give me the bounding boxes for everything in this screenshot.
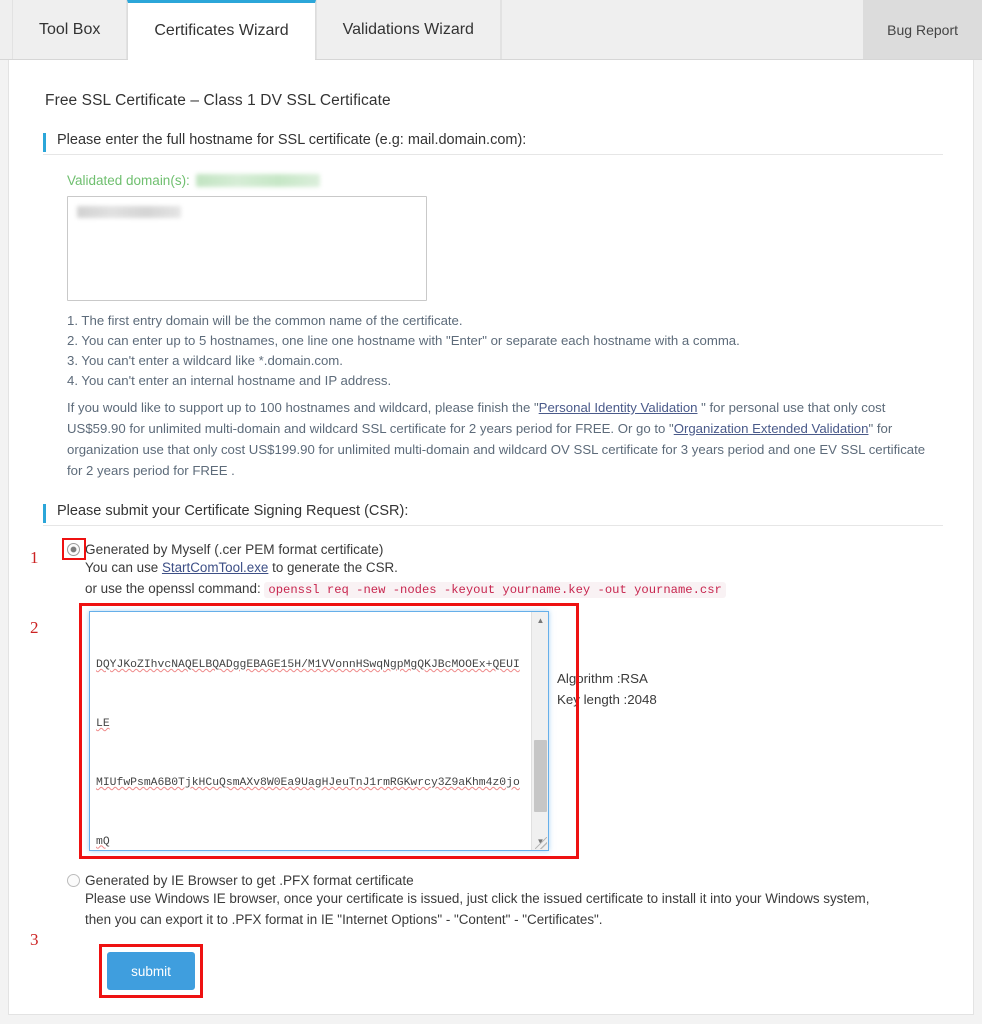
hostname-section-heading: Please enter the full hostname for SSL c…	[43, 132, 943, 155]
startcomtool-link[interactable]: StartComTool.exe	[162, 560, 268, 575]
option-generated-by-myself[interactable]: Generated by Myself (.cer PEM format cer…	[62, 538, 943, 601]
scroll-up-icon[interactable]: ▲	[532, 612, 548, 629]
startcomtool-suffix: to generate the CSR.	[268, 560, 398, 575]
submit-wrapper: submit	[99, 944, 203, 998]
tab-tool-box-label: Tool Box	[39, 20, 101, 38]
option-generated-by-myself-label: Generated by Myself (.cer PEM format cer…	[85, 542, 384, 557]
csr-input-wrapper: DQYJKoZIhvcNAQELBQADggEBAGE15H/M1VVonnHS…	[79, 603, 579, 859]
hostname-input[interactable]	[67, 196, 427, 301]
csr-section-heading: Please submit your Certificate Signing R…	[43, 503, 943, 526]
csr-line: mQ	[96, 835, 110, 848]
validated-domains-row: Validated domain(s):	[67, 173, 943, 188]
validated-domains-label: Validated domain(s):	[67, 173, 190, 188]
startcomtool-prefix: You can use	[85, 560, 162, 575]
tab-certificates-wizard-label: Certificates Wizard	[154, 22, 289, 39]
page-root: Tool Box Certificates Wizard Validations…	[0, 0, 982, 1024]
content-card: Free SSL Certificate – Class 1 DV SSL Ce…	[8, 60, 974, 1015]
radio-generated-by-myself[interactable]	[67, 543, 80, 556]
validated-domains-value-redacted	[195, 174, 320, 187]
upgrade-note-part1: If you would like to support up to 100 h…	[67, 400, 539, 415]
csr-line: DQYJKoZIhvcNAQELBQADggEBAGE15H/M1VVonnHS…	[96, 659, 520, 672]
page-title: Free SSL Certificate – Class 1 DV SSL Ce…	[45, 92, 391, 109]
tab-validations-wizard-label: Validations Wizard	[342, 20, 474, 38]
tab-bar-spacer	[500, 0, 864, 59]
algorithm-line: Algorithm :RSA	[557, 671, 648, 686]
csr-input[interactable]: DQYJKoZIhvcNAQELBQADggEBAGE15H/M1VVonnHS…	[89, 611, 549, 851]
tab-bar: Tool Box Certificates Wizard Validations…	[0, 0, 982, 60]
hostname-note-4: 4. You can't enter an internal hostname …	[67, 373, 392, 388]
csr-scrollbar[interactable]: ▲ ▼	[531, 612, 548, 850]
csr-line: MIUfwPsmA6B0TjkHCuQsmAXv8W0Ea9UagHJeuTnJ…	[96, 776, 520, 789]
upgrade-note: If you would like to support up to 100 h…	[67, 397, 943, 481]
ie-desc-line-1: Please use Windows IE browser, once your…	[85, 891, 870, 906]
openssl-prefix: or use the openssl command:	[85, 581, 265, 596]
submit-button[interactable]: submit	[107, 952, 195, 990]
csr-line: LE	[96, 717, 110, 730]
tab-validations-wizard[interactable]: Validations Wizard	[315, 0, 501, 59]
bug-report-button[interactable]: Bug Report	[863, 0, 982, 59]
key-info: Algorithm :RSA Key length :2048	[557, 668, 657, 710]
hostname-section-body: Validated domain(s): 1. The first entry …	[67, 173, 943, 481]
annotation-number-3: 3	[30, 930, 39, 949]
ie-desc-line-2: then you can export it to .PFX format in…	[85, 912, 603, 927]
organization-extended-validation-link[interactable]: Organization Extended Validation	[674, 421, 869, 436]
option-generated-by-ie-label: Generated by IE Browser to get .PFX form…	[85, 873, 414, 888]
scrollbar-thumb[interactable]	[534, 740, 547, 812]
tab-certificates-wizard[interactable]: Certificates Wizard	[127, 0, 316, 60]
hostname-note-1: 1. The first entry domain will be the co…	[67, 313, 463, 328]
annotation-number-2: 2	[30, 618, 39, 637]
option-generated-by-ie[interactable]: Generated by IE Browser to get .PFX form…	[67, 873, 943, 930]
key-length-line: Key length :2048	[557, 692, 657, 707]
openssl-command: openssl req -new -nodes -keyout yourname…	[264, 582, 726, 598]
radio-generated-by-ie[interactable]	[67, 874, 80, 887]
hostname-note-3: 3. You can't enter a wildcard like *.dom…	[67, 353, 343, 368]
csr-input-text: DQYJKoZIhvcNAQELBQADggEBAGE15H/M1VVonnHS…	[96, 617, 528, 850]
startcomtool-line: You can use StartComTool.exe to generate…	[85, 557, 943, 578]
annotation-number-1: 1	[30, 548, 39, 567]
bug-report-label: Bug Report	[887, 21, 958, 38]
tab-tool-box[interactable]: Tool Box	[12, 0, 128, 59]
hostname-input-wrapper	[67, 196, 427, 301]
csr-section-body: Generated by Myself (.cer PEM format cer…	[39, 538, 943, 998]
hostname-note-2: 2. You can enter up to 5 hostnames, one …	[67, 333, 740, 348]
openssl-line: or use the openssl command: openssl req …	[85, 578, 943, 601]
personal-identity-validation-link[interactable]: Personal Identity Validation	[539, 400, 698, 415]
resize-handle-icon[interactable]	[535, 837, 547, 849]
hostname-notes-list: 1. The first entry domain will be the co…	[67, 311, 943, 391]
